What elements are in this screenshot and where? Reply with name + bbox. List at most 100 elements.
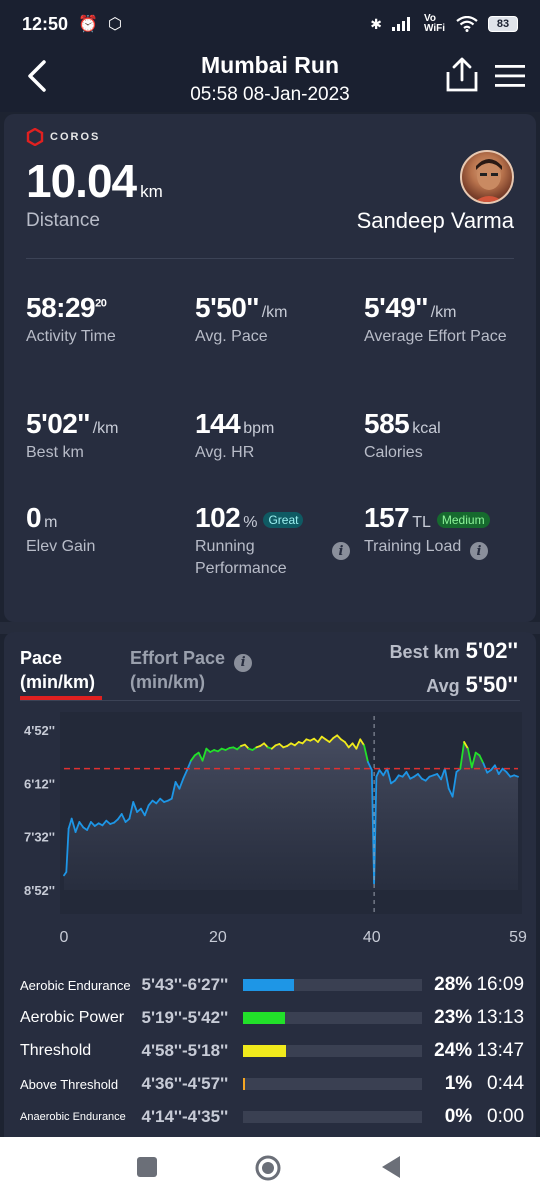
share-button[interactable] [444,56,480,94]
coros-logo-icon [26,128,44,146]
metric-value: 58:29 [26,292,96,323]
tab-unit: (min/km) [20,672,96,692]
zone-row-aerobic-power: Aerobic Power 5'19''-5'42'' 23% 13:13 [20,1003,524,1033]
signal-icon [392,17,410,31]
back-button[interactable] [22,56,56,96]
zone-percent: 0% [444,1106,473,1127]
pace-chart[interactable]: 4'52'' 6'12'' 7'32'' 8'52'' 0 20 40 59 [4,702,536,958]
x-tick-label: 40 [363,929,381,946]
x-tick-label: 0 [60,929,69,946]
user-name: Sandeep Varma [356,208,514,233]
divider [20,700,520,701]
training-load-info-icon[interactable]: i [470,542,488,560]
metric-value: 144 [195,408,241,439]
metric-avg-pace: 5'50''/km Avg. Pace [195,292,355,348]
metric-value: 5'02'' [26,408,90,439]
menu-button[interactable] [494,62,526,90]
distance-label: Distance [26,210,100,231]
x-tick-label: 20 [209,929,227,946]
zone-bar [243,979,423,991]
pace-line-segment [513,774,519,778]
distance-unit: km [140,182,163,201]
zone-bar [243,1111,423,1123]
metric-label: Best km [26,444,84,461]
zone-row-threshold: Threshold 4'58''-5'18'' 24% 13:47 [20,1036,524,1066]
zone-time: 0:44 [487,1073,525,1094]
zone-range: 4'36''-4'57'' [141,1074,229,1093]
metric-unit: % [243,514,258,531]
metric-unit: bpm [243,420,275,437]
tab-unit: (min/km) [130,672,206,692]
metric-label: Average Effort Pace [364,328,507,345]
zone-bar-fill [243,979,294,991]
zone-percent: 24% [434,1040,473,1061]
metric-value: 157 [364,502,410,533]
metric-label: Activity Time [26,328,116,345]
metric-value: 5'49'' [364,292,428,323]
home-button[interactable] [254,1154,282,1182]
avatar-portrait-icon [474,159,504,202]
zone-bar [243,1045,423,1057]
brand-logo: COROS [26,128,100,146]
wifi-icon [456,16,478,32]
metric-unit: TL [412,514,431,531]
metric-elev-gain: 0m Elev Gain [26,502,186,558]
zone-bar [243,1078,423,1090]
battery-indicator: 83 [488,16,518,32]
activity-title: Mumbai Run [201,52,339,78]
app-notification-icon: ⬡ [107,16,122,33]
tab-pace[interactable]: Pace (min/km) [20,646,95,694]
training-load-badge: Medium [436,511,490,528]
zone-name: Anaerobic Endurance [20,1111,126,1123]
zone-row-anaerobic-endurance: Anaerobic Endurance 4'14''-4'35'' 0% 0:0… [20,1102,524,1132]
zone-range: 4'14''-4'35'' [141,1107,229,1126]
bluetooth-icon: ✱ [370,15,382,32]
zone-range: 5'19''-5'42'' [141,1008,229,1027]
y-tick-label: 8'52'' [24,883,55,898]
effort-pace-info-icon[interactable]: i [234,654,253,672]
tab-label: Pace [20,648,63,668]
running-performance-info-icon[interactable]: i [332,542,350,560]
zone-range: 4'58''-5'18'' [141,1041,229,1060]
metric-unit: kcal [412,420,441,437]
zone-percent: 23% [434,1007,473,1028]
zone-time: 0:00 [487,1106,525,1127]
y-tick-label: 6'12'' [24,776,55,791]
best-km-value: 5'02'' [465,638,518,663]
metric-label: Avg. Pace [195,328,268,345]
metric-best-km: 5'02''/km Best km [26,408,186,464]
metric-value: 5'50'' [195,292,259,323]
metric-label: Training Load [364,538,462,555]
zone-time: 13:13 [476,1007,525,1028]
recent-apps-button[interactable] [136,1154,158,1180]
zone-range: 5'43''-6'27'' [141,975,229,994]
metric-value: 0 [26,502,42,533]
distance-number: 10.04 [26,155,137,207]
avg-pace-value: 5'50'' [465,672,518,697]
zone-bar-fill [243,1012,285,1024]
y-tick-label: 4'52'' [24,723,55,738]
status-bar: 12:50 ⏰ ⬡ ✱ Vo WiFi 83 [0,0,540,48]
zone-row-above-threshold: Above Threshold 4'36''-4'57'' 1% 0:44 [20,1069,524,1099]
pace-chart-card: Pace (min/km) Effort Pace i (min/km) Bes… [4,632,536,1137]
best-km-label: Best km [389,642,460,662]
zone-bar [243,1012,423,1024]
zone-row-aerobic-endurance: Aerobic Endurance 5'43''-6'27'' 28% 16:0… [20,970,524,1000]
metric-label: Running Performance [195,538,287,577]
distance-value: 10.04 km [26,154,163,208]
best-km-summary: Best km 5'02'' [390,638,518,664]
performance-badge: Great [263,511,304,528]
tab-effort-pace[interactable]: Effort Pace i (min/km) [130,646,253,694]
activity-header: Mumbai Run 05:58 08-Jan-2023 [0,48,540,112]
avg-pace-label: Avg [426,676,460,696]
metric-label: Avg. HR [195,444,255,461]
zone-name: Threshold [20,1042,92,1059]
back-nav-button[interactable] [380,1154,402,1180]
metric-unit: m [44,514,58,531]
tab-label: Effort Pace [130,648,226,668]
metric-running-performance: 102% Great Running Performance [195,502,335,580]
avatar[interactable] [460,150,514,204]
divider [26,258,514,259]
metric-avg-effort-pace: 5'49''/km Average Effort Pace [364,292,524,348]
metric-label: Calories [364,444,423,461]
